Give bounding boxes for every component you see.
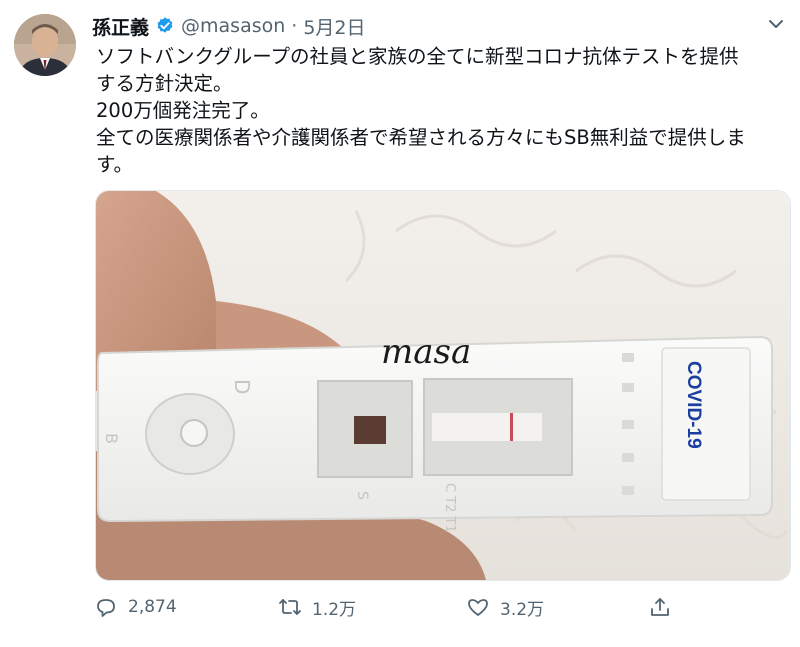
avatar[interactable]: [14, 14, 76, 76]
tweet-card: 孫正義 @masason · 5月2日 ソフトバンクグループの社員と家族の全てに…: [0, 0, 800, 647]
tweet-text-line: す。: [96, 153, 134, 176]
letter-s: S: [354, 491, 370, 500]
tweet-header: 孫正義 @masason · 5月2日: [92, 12, 366, 40]
like-icon: [468, 599, 488, 616]
retweet-button[interactable]: 1.2万: [278, 592, 356, 622]
letters-right: C T2 T1: [442, 483, 457, 533]
handwritten-name: masa: [381, 332, 471, 372]
like-button[interactable]: 3.2万: [466, 592, 544, 622]
avatar-photo: [14, 14, 76, 76]
retweet-count: 1.2万: [312, 599, 357, 620]
chevron-down-icon[interactable]: [766, 14, 786, 34]
reply-button[interactable]: 2,874: [94, 592, 177, 622]
tweet-date[interactable]: 5月2日: [303, 13, 365, 40]
tweet-text: ソフトバンクグループの社員と家族の全てに新型コロナ抗体テストを提供 する方針決定…: [96, 43, 786, 178]
tweet-text-line: する方針決定。: [96, 72, 233, 95]
tweet-text-line: 200万個発注完了。: [96, 99, 270, 122]
tweet-photo[interactable]: D B S C T2 T1 masa COVID-19: [95, 190, 791, 581]
verified-badge-icon: [155, 16, 175, 36]
like-count: 3.2万: [500, 599, 545, 620]
tweet-actions: 2,874 1.2万 3.2万: [92, 592, 782, 622]
share-icon: [651, 598, 669, 616]
share-button[interactable]: [648, 592, 682, 622]
letter-d: D: [230, 379, 254, 394]
test-kit-photo: D B S C T2 T1 masa COVID-19: [96, 191, 790, 580]
cassette-label: COVID-19: [683, 361, 704, 449]
reply-count: 2,874: [128, 597, 177, 617]
author-handle[interactable]: @masason: [181, 15, 285, 37]
tweet-text-line: 全ての医療関係者や介護関係者で希望される方々にもSB無利益で提供しま: [96, 126, 746, 149]
letter-b: B: [102, 433, 121, 444]
tweet-text-line: ソフトバンクグループの社員と家族の全てに新型コロナ抗体テストを提供: [96, 45, 739, 68]
retweet-icon: [279, 599, 301, 615]
separator-dot: ·: [291, 15, 298, 37]
author-name[interactable]: 孫正義: [92, 13, 149, 40]
reply-icon: [97, 599, 115, 617]
